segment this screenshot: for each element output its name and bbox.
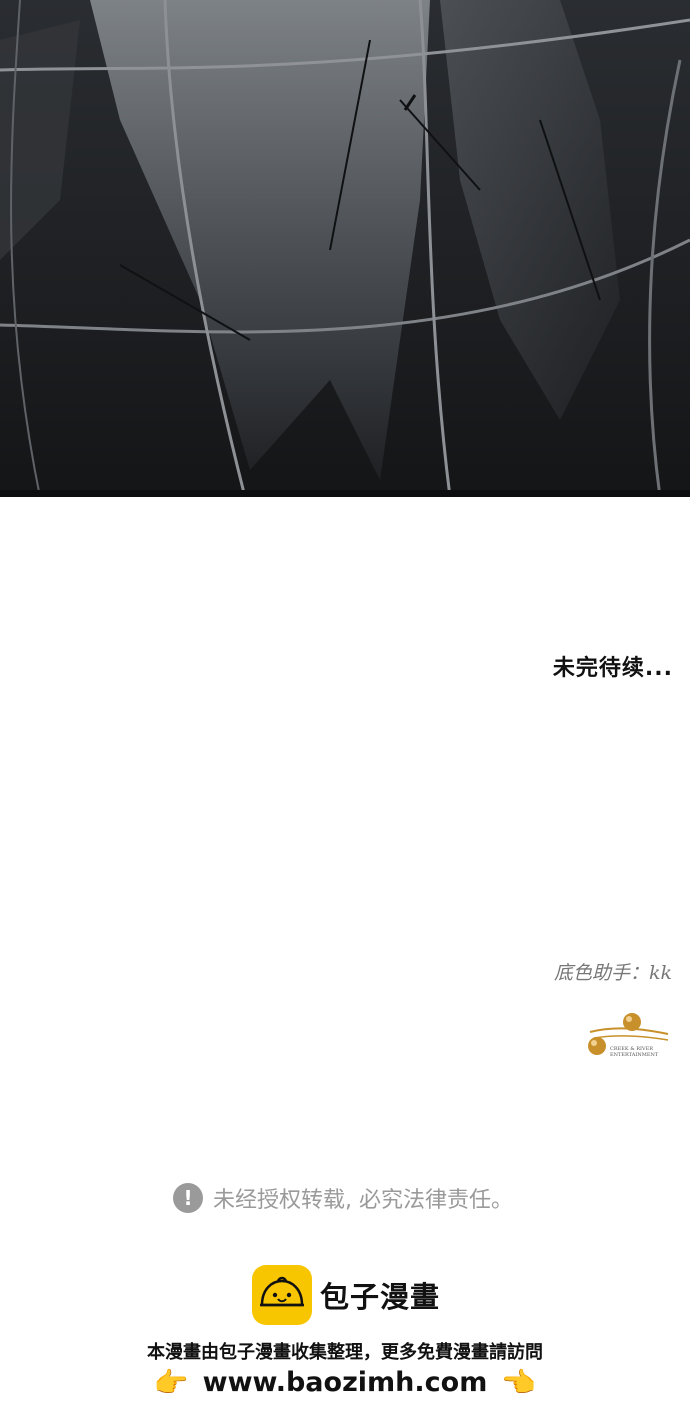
- brand-block[interactable]: 包子漫畫: [252, 1265, 440, 1325]
- to-be-continued-text: 未完待续...: [552, 656, 673, 681]
- url-row[interactable]: 👉 www.baozimh.com 👈: [0, 1362, 690, 1402]
- exclamation-icon: !: [173, 1183, 203, 1213]
- notice-text: 未经授权转载, 必究法律责任。: [213, 1188, 513, 1213]
- brand-description: 本漫畫由包子漫畫收集整理，更多免費漫畫請訪問: [147, 1342, 543, 1363]
- pointing-left-hand-icon: 👈: [501, 1365, 537, 1399]
- comic-panel-image: [0, 0, 690, 497]
- bun-logo-icon: [252, 1265, 312, 1325]
- copyright-notice: ! 未经授权转载, 必究法律责任。: [173, 1182, 513, 1214]
- pointing-right-hand-icon: 👉: [153, 1365, 189, 1399]
- credit-text: 底色助手：kk: [553, 962, 672, 984]
- brand-name: 包子漫畫: [320, 1280, 441, 1314]
- svg-text:ENTERTAINMENT: ENTERTAINMENT: [610, 1052, 659, 1058]
- creek-river-logo: CREEK & RIVER ENTERTAINMENT: [584, 1008, 674, 1062]
- site-url-link[interactable]: www.baozimh.com: [203, 1367, 488, 1398]
